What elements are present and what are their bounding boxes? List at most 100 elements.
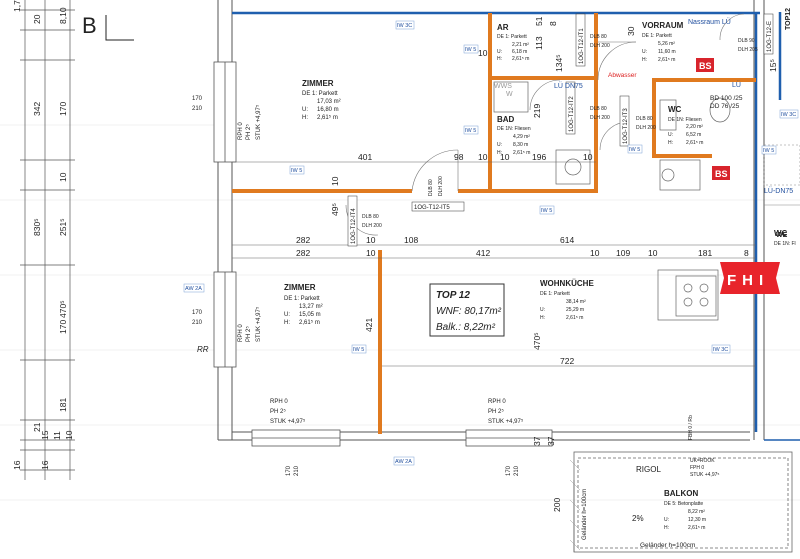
door-tag-it3: 1OG-T12-IT3	[623, 108, 629, 144]
rr-label: RR	[197, 345, 209, 354]
room-ar-floor: DE 1: Parkett	[497, 34, 527, 40]
door-height: DLH 200	[362, 223, 382, 229]
window-rph: RPH 0	[238, 324, 244, 342]
top12-label: TOP12	[785, 8, 792, 30]
window-rph: RPH 0	[238, 122, 244, 140]
room-wc-h-label: H:	[668, 140, 673, 146]
dim-label: 134⁵	[554, 54, 564, 72]
nassraum-label: Nassraum LÜ	[688, 18, 731, 26]
room-wohnkueche-u: 25,29 m	[566, 307, 584, 313]
room-wc-u: 6,52 m	[686, 132, 701, 138]
room-ar-name: AR	[497, 23, 509, 32]
fph-label: FPH 0	[690, 465, 704, 471]
dim-label: 251⁵	[58, 218, 68, 236]
railing-label: Geländer h=100cm	[640, 542, 695, 549]
dim-label: 181	[58, 398, 68, 412]
wall-tag: IW 5	[539, 205, 555, 215]
w-label: W	[506, 91, 513, 98]
dd-label: DD 76 /25	[710, 103, 740, 110]
room-wc-name: WC	[668, 105, 682, 114]
dim-label: 181	[698, 248, 712, 258]
floor-plan: 1,75 20 8,10 342 170 10 830⁵ 251⁵ 470⁵ 1…	[0, 0, 800, 553]
room-ar-u-label: U:	[497, 49, 502, 55]
wws-label: WWS	[494, 83, 512, 90]
stuk-balkon-label: STUK +4,97⁵	[690, 472, 719, 478]
room-vorraum-name: VORRAUM	[642, 21, 684, 30]
room-balkon-u: 12,30 m	[688, 517, 706, 523]
svg-text:IW 5: IW 5	[465, 47, 476, 53]
room-wc-right-floor: DE 1N: Fl	[774, 241, 796, 247]
window-stuk: STUK +4,97⁵	[488, 418, 524, 425]
room-ar-h: 2,61⁵ m	[512, 56, 529, 62]
dim-label: 614	[560, 235, 574, 245]
dim-label: 37	[546, 436, 556, 446]
room-ar-area: 2,21 m²	[512, 42, 529, 48]
dim-label: 10	[478, 152, 488, 162]
dim-label: 16	[12, 460, 22, 470]
room-zimmer-1-u-label: U:	[302, 107, 308, 113]
room-wc-u-label: U:	[668, 132, 673, 138]
door-height: DLH 200	[636, 125, 656, 131]
room-vorraum-h: 2,61⁵ m	[658, 57, 675, 63]
dim-label: 342	[32, 102, 42, 116]
lu-dn75-right-label: LÜ-DN75	[764, 187, 793, 195]
wall-tag: IW 5	[351, 344, 367, 354]
room-vorraum-floor: DE 1: Parkett	[642, 33, 672, 39]
abwasser-label: Abwasser	[608, 72, 637, 79]
window-height: 210	[192, 106, 203, 112]
dim-label: 412	[476, 248, 490, 258]
dim-label: 8	[744, 248, 749, 258]
room-vorraum-h-label: H:	[642, 57, 647, 63]
room-zimmer-1-h: 2,61⁵ m	[317, 114, 338, 121]
room-balkon-h-label: H:	[664, 525, 669, 531]
room-wc-floor: DE 1N: Fliesen	[668, 117, 702, 123]
fbh-label: FBH 0 / Rb	[688, 415, 694, 440]
dim-label: 98	[454, 152, 464, 162]
wall-tag: IW 5	[761, 145, 777, 155]
window-ph: PH 2⁵	[245, 124, 252, 140]
dim-label: 20	[32, 14, 42, 24]
dim-label: 10	[478, 48, 488, 58]
room-balkon-u-label: U:	[664, 517, 669, 523]
room-zimmer-2-u-label: U:	[284, 312, 290, 318]
window-stuk: STUK +4,97⁵	[270, 418, 306, 425]
room-zimmer-2-h: 2,61⁵ m	[299, 319, 320, 326]
room-zimmer-2-h-label: H:	[284, 320, 290, 326]
dim-label: 109	[616, 248, 630, 258]
window-ph: PH 2⁵	[488, 408, 504, 415]
svg-text:IW 5: IW 5	[465, 128, 476, 134]
wall-tag: IW 5	[463, 44, 479, 54]
slope-label: 2%	[632, 514, 644, 523]
dim-label: 10	[366, 248, 376, 258]
svg-text:IW 5: IW 5	[763, 148, 774, 154]
window-height: 210	[294, 465, 300, 476]
dim-label: 108	[404, 235, 418, 245]
window-width: 170	[506, 465, 512, 476]
room-wohnkueche-u-label: U:	[540, 307, 545, 313]
door-height: DLH 205	[738, 47, 758, 53]
dim-label: 51	[534, 16, 544, 26]
door-tag-it1: 1OG-T12-IT1	[579, 28, 585, 64]
room-zimmer-1-name: ZIMMER	[302, 79, 334, 88]
dim-label: 170	[58, 102, 68, 116]
left-windows	[213, 61, 237, 368]
dim-label: 282	[296, 248, 310, 258]
room-wohnkueche-floor: DE 1: Parkett	[540, 291, 570, 297]
door-width: DLB 80	[362, 214, 379, 220]
room-wc-h: 2,61⁵ m	[686, 140, 703, 146]
dim-label: 8	[548, 21, 558, 26]
dim-label: 49⁵	[330, 203, 340, 216]
room-zimmer-2-floor: DE 1: Parkett	[284, 296, 320, 302]
blue-lines	[232, 11, 782, 432]
room-bad-u-label: U:	[497, 142, 502, 148]
balcony-railing-hatch	[569, 459, 581, 551]
dim-label: 30	[626, 26, 636, 36]
svg-text:FHI: FHI	[727, 272, 769, 289]
door-width: DLB 80	[590, 106, 607, 112]
room-bad-floor: DE 1N: Fliesen	[497, 126, 531, 132]
unit-balk: Balk.: 8,22m²	[436, 322, 496, 333]
room-zimmer-2-name: ZIMMER	[284, 283, 316, 292]
we-label: WE	[776, 232, 788, 239]
room-zimmer-2-area: 13,27 m²	[299, 304, 323, 310]
room-bad-name: BAD	[497, 115, 515, 124]
